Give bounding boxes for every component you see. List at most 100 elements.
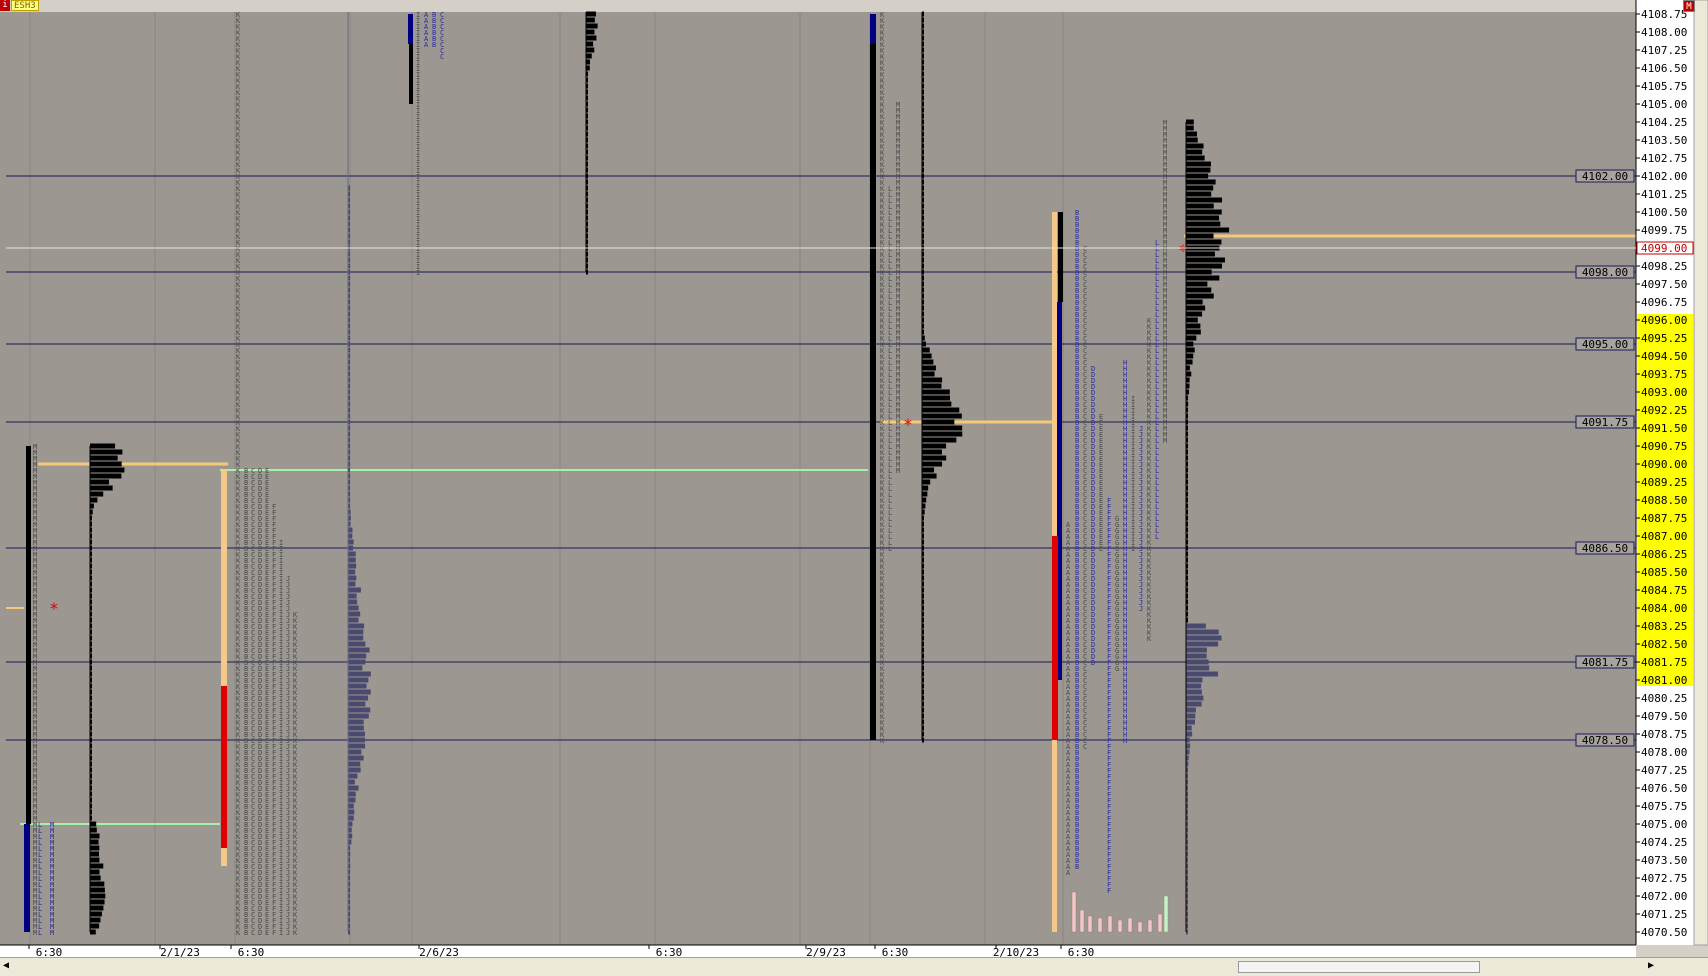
volume-bar: [90, 467, 125, 473]
volume-bar: [348, 623, 365, 629]
volume-bar: [348, 653, 367, 659]
volume-bar: [922, 359, 934, 365]
volume-bar: [586, 29, 595, 35]
volume-bar: [90, 485, 113, 491]
volume-bar: [1186, 131, 1197, 137]
price-label: 4072.00: [1641, 890, 1687, 903]
volume-bar: [90, 839, 99, 845]
volume-bar: [1186, 365, 1190, 371]
volume-bar: [1186, 221, 1221, 227]
reference-label: 4081.75: [1582, 656, 1628, 669]
menu-icon[interactable]: M: [1683, 0, 1695, 12]
initial-balance-bar: [408, 14, 413, 44]
volume-bar: [348, 647, 370, 653]
volume-bar: [1186, 671, 1218, 677]
volume-bar: [1186, 737, 1190, 743]
volume-bar: [90, 857, 100, 863]
volume-bar: [922, 461, 943, 467]
tpo-letter: L: [38, 929, 42, 937]
volume-bar: [1186, 275, 1220, 281]
price-label: 4084.00: [1641, 602, 1687, 615]
volume-bar: [922, 377, 943, 383]
volume-bar: [586, 35, 597, 41]
volume-bar: [1186, 695, 1204, 701]
price-label: 4096.75: [1641, 296, 1687, 309]
volume-bar: [922, 407, 960, 413]
volume-bar: [1186, 215, 1220, 221]
tpo-letter: I: [1131, 545, 1135, 553]
price-label: 4073.50: [1641, 854, 1687, 867]
volume-bar: [1186, 725, 1192, 731]
tpo-letter: H: [1123, 737, 1127, 745]
mini-volume-bar: [1163, 895, 1169, 933]
info-icon[interactable]: i: [0, 0, 10, 11]
tpo-column-1-31-l: LLLLLLLLLLLLLLLLLLL: [38, 821, 42, 937]
price-label: 4088.50: [1641, 494, 1687, 507]
mini-volume-bar: [1147, 919, 1153, 933]
price-label: 4096.00: [1641, 314, 1687, 327]
price-label: 4102.00: [1641, 170, 1687, 183]
volume-bar: [1186, 263, 1222, 269]
volume-bar: [90, 827, 97, 833]
volume-bar: [1186, 707, 1196, 713]
volume-bar: [1186, 743, 1191, 749]
tpo-letter: F: [1107, 887, 1111, 895]
volume-bar: [348, 557, 356, 563]
mini-volume-bar: [1107, 915, 1113, 933]
volume-bar: [1186, 155, 1205, 161]
price-label: 4070.50: [1641, 926, 1687, 939]
symbol-label[interactable]: ESH3: [11, 0, 39, 11]
volume-bar: [1186, 251, 1215, 257]
reference-label: 4102.00: [1582, 170, 1628, 183]
tpo-column-2-9-l: LLLLLLLLLLLLLLLLLLLLLLLLLLLLLLLLLLLLLLLL…: [888, 185, 892, 553]
volume-bar: [1186, 377, 1190, 383]
volume-bar: [922, 413, 962, 419]
volume-bar: [922, 485, 929, 491]
volume-bar: [90, 929, 96, 935]
volume-bar: [1186, 683, 1202, 689]
vpoc-star: *: [1178, 241, 1188, 260]
price-label: 4081.00: [1641, 674, 1687, 687]
scrollbar-thumb[interactable]: [1238, 961, 1480, 973]
volume-bar: [348, 833, 353, 839]
horizontal-scrollbar[interactable]: ◀ ▶: [0, 957, 1708, 976]
market-profile-chart[interactable]: 4102.00 4098.00 4095.00 4091.75 4086.50 4081.…: [0, 0, 1708, 976]
volume-bar: [90, 473, 122, 479]
volume-bar: [1186, 311, 1203, 317]
volume-bar: [586, 23, 598, 29]
volume-bar: [1186, 623, 1206, 629]
volume-bar: [1186, 323, 1201, 329]
tpo-letter: I: [279, 929, 283, 937]
price-label: 4081.75: [1641, 656, 1687, 669]
price-label: 4078.00: [1641, 746, 1687, 759]
volume-bar: [90, 833, 100, 839]
volume-bar: [90, 887, 105, 893]
price-label: 4106.50: [1641, 62, 1687, 75]
volume-bar: [1186, 137, 1198, 143]
volume-bar: [348, 791, 356, 797]
volume-bar: [348, 611, 361, 617]
price-label: 4104.25: [1641, 116, 1687, 129]
volume-bar: [1186, 719, 1195, 725]
tpo-letter: E: [1099, 545, 1103, 553]
volume-bar: [1186, 653, 1207, 659]
volume-bar: [1186, 635, 1222, 641]
tpo-column-2-10: GGGGGGGGGGGGGGGGGGGGGGGGGG: [1115, 515, 1119, 673]
tpo-column-2-10: BBBBBBBBBBBBBBBBBBBBBBBBBBBBBBBBBBBBBBBB…: [1075, 209, 1079, 871]
volume-bar: [922, 443, 947, 449]
volume-bar: [90, 881, 105, 887]
scroll-left-arrow-icon[interactable]: ◀: [3, 960, 9, 971]
volume-bar: [348, 803, 354, 809]
volume-bar: [90, 479, 110, 485]
volume-bar: [348, 761, 361, 767]
price-label: 4105.00: [1641, 98, 1687, 111]
tpo-letter: C: [251, 929, 255, 937]
volume-bar: [922, 353, 932, 359]
volume-bar: [348, 539, 354, 545]
volume-bar: [1186, 371, 1192, 377]
volume-bar: [1186, 197, 1223, 203]
volume-bar: [1186, 329, 1201, 335]
volume-bar: [1186, 167, 1211, 173]
scroll-right-arrow-icon[interactable]: ▶: [1648, 960, 1654, 971]
market-profile-window: 4102.00 4098.00 4095.00 4091.75 4086.50 4081.…: [0, 0, 1708, 976]
